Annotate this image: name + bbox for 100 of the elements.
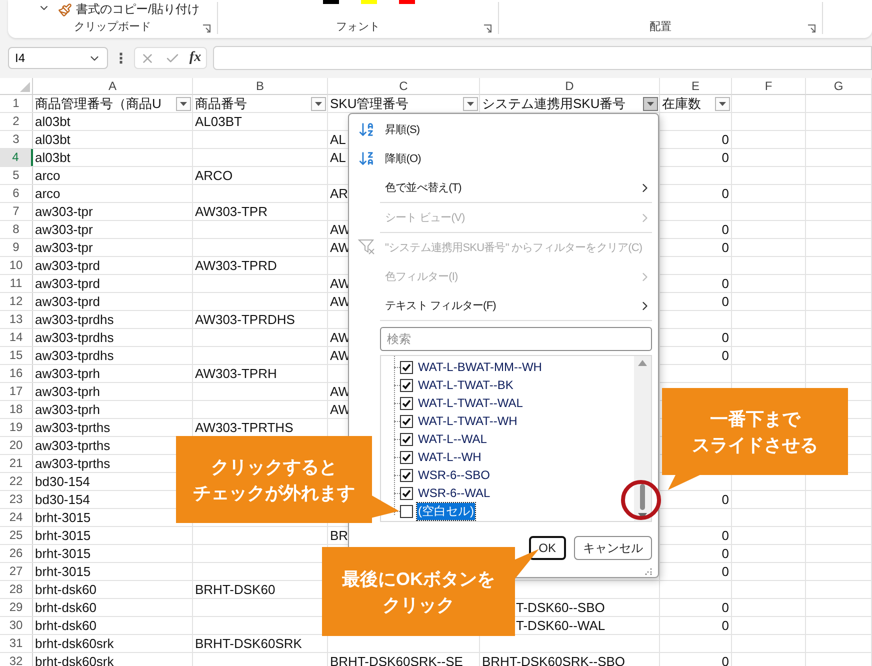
- filter-dropdown-button[interactable]: [643, 96, 658, 110]
- scroll-down-icon[interactable]: [638, 513, 647, 519]
- formula-input[interactable]: [213, 46, 872, 70]
- filter-dropdown-button[interactable]: [715, 96, 730, 110]
- scrollbar-thumb[interactable]: [640, 484, 645, 510]
- column-header[interactable]: D: [480, 78, 660, 95]
- table-cell-text: aw303-tprd: [34, 293, 100, 310]
- column-header[interactable]: E: [660, 78, 732, 95]
- table-cell-text: brht-dsk60: [34, 599, 96, 616]
- table-cell-text: arco: [34, 185, 60, 202]
- table-cell-text: aw303-tprd: [34, 257, 100, 274]
- menu-item[interactable]: 色で並べ替え(T): [349, 173, 652, 202]
- menu-item[interactable]: 降順(O): [349, 144, 652, 173]
- table-cell-text: BRHT-DSK60SRK--SE: [329, 653, 463, 666]
- column-header[interactable]: C: [328, 78, 480, 95]
- filter-dropdown-button[interactable]: [463, 96, 478, 110]
- menu-item[interactable]: テキスト フィルター(F): [349, 291, 652, 320]
- table-cell-text: brht-3015: [34, 545, 91, 562]
- checkbox[interactable]: [400, 450, 413, 464]
- name-box[interactable]: I4: [8, 47, 108, 69]
- dialog-launcher-icon[interactable]: [483, 24, 492, 33]
- table-cell-text: 0: [720, 293, 730, 310]
- checkbox[interactable]: [400, 396, 413, 410]
- header-cell-text: 在庫数: [661, 95, 701, 112]
- table-cell-text: aw303-tpr: [34, 221, 93, 238]
- table-cell-text: AL: [329, 149, 346, 166]
- value-option[interactable]: WAT-L--WAL: [417, 432, 488, 446]
- table-cell-text: aw303-tprh: [34, 401, 100, 418]
- table-cell-text: aw303-tprths: [34, 437, 110, 454]
- header-cell-text: システム連携用SKU番号: [481, 95, 626, 112]
- value-option[interactable]: WAT-L-TWAT--WH: [417, 414, 518, 428]
- checkbox[interactable]: [400, 486, 413, 500]
- filter-dropdown-button[interactable]: [311, 96, 326, 110]
- value-option[interactable]: WSR-6--SBO: [417, 468, 491, 482]
- caret-icon: [467, 102, 474, 106]
- table-cell-text: 0: [720, 563, 730, 580]
- resize-grip-icon[interactable]: [645, 568, 652, 575]
- caret-icon: [647, 102, 654, 106]
- highlight-circle: [621, 480, 661, 520]
- menu-item[interactable]: 昇順(S): [349, 115, 652, 144]
- table-cell-text: AW303-TPRH: [194, 365, 277, 382]
- column-header[interactable]: F: [732, 78, 806, 95]
- column-header[interactable]: B: [193, 78, 328, 95]
- caret-icon: [719, 102, 726, 106]
- column-header[interactable]: A: [33, 78, 193, 95]
- value-option[interactable]: WAT-L--WH: [417, 450, 482, 464]
- checkbox[interactable]: [400, 432, 413, 446]
- table-cell-text: aw303-tprdhs: [34, 347, 114, 364]
- table-cell-text: BR: [329, 527, 348, 544]
- checkbox[interactable]: [400, 360, 413, 374]
- table-cell-text: 0: [720, 527, 730, 544]
- value-option[interactable]: WAT-L-TWAT--BK: [417, 378, 514, 392]
- row-number[interactable]: 4: [0, 149, 33, 166]
- font-color-swatch[interactable]: [399, 0, 415, 4]
- font-color-swatch[interactable]: [323, 0, 339, 4]
- table-cell-text: 0: [720, 275, 730, 292]
- checkbox[interactable]: [400, 414, 413, 428]
- dialog-launcher-icon[interactable]: [202, 24, 211, 33]
- filter-dropdown-button[interactable]: [176, 96, 191, 110]
- function-button[interactable]: fx: [189, 50, 202, 66]
- dialog-button[interactable]: キャンセル: [574, 536, 652, 560]
- table-cell-text: T-DSK60--WAL: [515, 617, 606, 634]
- font-color-swatch[interactable]: [361, 0, 377, 4]
- value-option[interactable]: WSR-6--WAL: [417, 486, 492, 500]
- table-cell-text: brht-3015: [34, 527, 91, 544]
- group-label: フォント: [336, 20, 380, 34]
- table-cell-text: brht-3015: [34, 509, 91, 526]
- funnel-x-icon: [358, 239, 376, 255]
- format-painter-button[interactable]: 書式のコピー/貼り付け: [58, 1, 200, 18]
- value-option[interactable]: (空白セル): [417, 502, 475, 520]
- checkbox[interactable]: [400, 468, 413, 482]
- table-cell-text: 0: [720, 185, 730, 202]
- table-cell-text: 0: [720, 545, 730, 562]
- table-cell-text: AL: [329, 131, 346, 148]
- checkbox[interactable]: [400, 378, 413, 392]
- value-option[interactable]: WAT-L-TWAT--WAL: [417, 396, 524, 410]
- table-cell-text: brht-dsk60: [34, 581, 96, 598]
- table-cell-text: aw303-tprh: [34, 365, 100, 382]
- table-cell-text: aw303-tprths: [34, 455, 110, 472]
- table-cell-text: 0: [720, 131, 730, 148]
- value-option[interactable]: WAT-L-BWAT-MM--WH: [417, 360, 543, 374]
- table-cell-text: BRHT-DSK60SRK--SBO: [481, 653, 626, 666]
- paintbrush-icon: [58, 2, 72, 16]
- group-label: クリップボード: [74, 20, 151, 34]
- table-cell-text: bd30-154: [34, 473, 90, 490]
- callout-text: 一番下まで: [710, 408, 800, 430]
- table-cell-text: aw303-tpr: [34, 239, 93, 256]
- search-field[interactable]: 検索: [380, 327, 652, 351]
- dialog-button[interactable]: OK: [528, 536, 566, 560]
- table-cell-text: brht-dsk60: [34, 617, 96, 634]
- table-cell-text: aw303-tprd: [34, 275, 100, 292]
- dialog-launcher-icon[interactable]: [807, 24, 816, 33]
- more-icon[interactable]: ⋮: [114, 50, 128, 66]
- checkbox[interactable]: [400, 504, 413, 518]
- callout-text: 最後にOKボタンを: [342, 568, 495, 590]
- callout-text: クリックすると: [211, 456, 337, 479]
- callout-text: チェックが外れます: [193, 482, 355, 505]
- table-cell-text: AL03BT: [194, 113, 242, 130]
- column-header[interactable]: G: [806, 78, 872, 95]
- sort-descending-icon: [358, 150, 375, 167]
